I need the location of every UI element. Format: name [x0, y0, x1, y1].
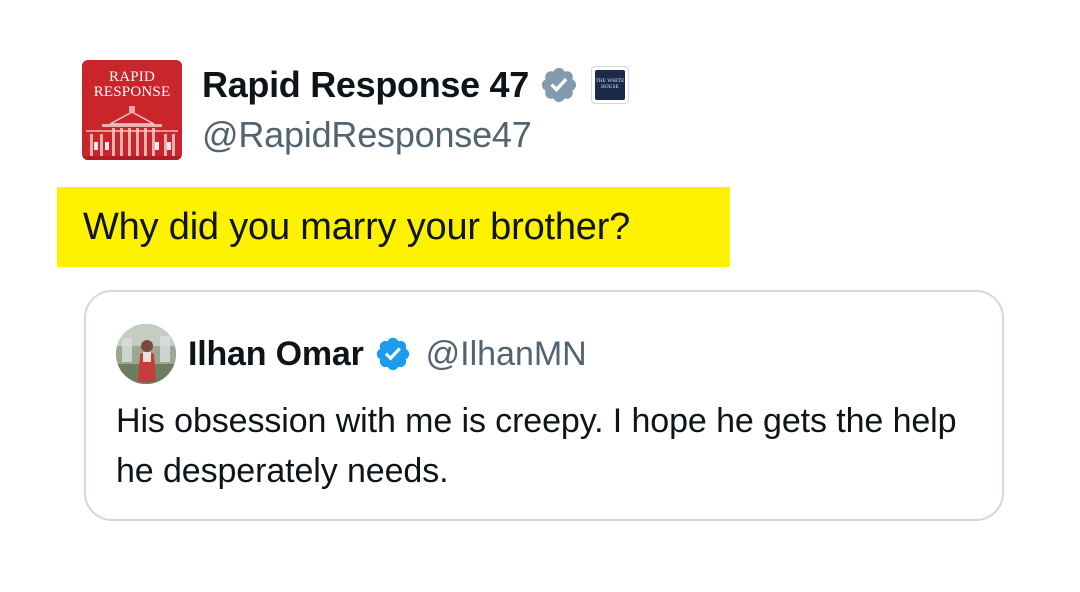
author-name-row: Rapid Response 47 THE WHITE HOUSE: [202, 62, 630, 108]
quoted-author-row: Ilhan Omar @IlhanMN: [188, 332, 587, 376]
author-display-name[interactable]: Rapid Response 47: [202, 64, 529, 106]
profile-photo-avatar[interactable]: [116, 324, 176, 384]
affiliation-label: THE WHITE HOUSE: [595, 70, 626, 100]
blue-verified-badge-icon[interactable]: [374, 335, 412, 373]
profile-photo-icon: [116, 324, 176, 384]
author-avatar[interactable]: RAPID RESPONSE: [82, 60, 182, 160]
tweet-text: Why did you marry your brother?: [57, 187, 730, 267]
author-handle[interactable]: @RapidResponse47: [202, 114, 532, 156]
tweet-card: RAPID RESPONSE Rapid Response 47 THE WHI…: [0, 0, 1080, 592]
quoted-tweet[interactable]: Ilhan Omar @IlhanMN His obsession with m…: [84, 290, 1004, 521]
quoted-tweet-text: His obsession with me is creepy. I hope …: [116, 402, 957, 490]
gray-verified-badge-icon[interactable]: [539, 65, 579, 105]
white-house-affiliate-icon[interactable]: THE WHITE HOUSE: [591, 66, 630, 104]
white-house-icon: [82, 106, 182, 160]
quoted-author-name[interactable]: Ilhan Omar: [188, 335, 364, 374]
logo-line-1: RAPID: [108, 69, 155, 85]
avatar-logo-text: RAPID RESPONSE: [82, 70, 182, 100]
quoted-author-handle[interactable]: @IlhanMN: [426, 335, 587, 374]
